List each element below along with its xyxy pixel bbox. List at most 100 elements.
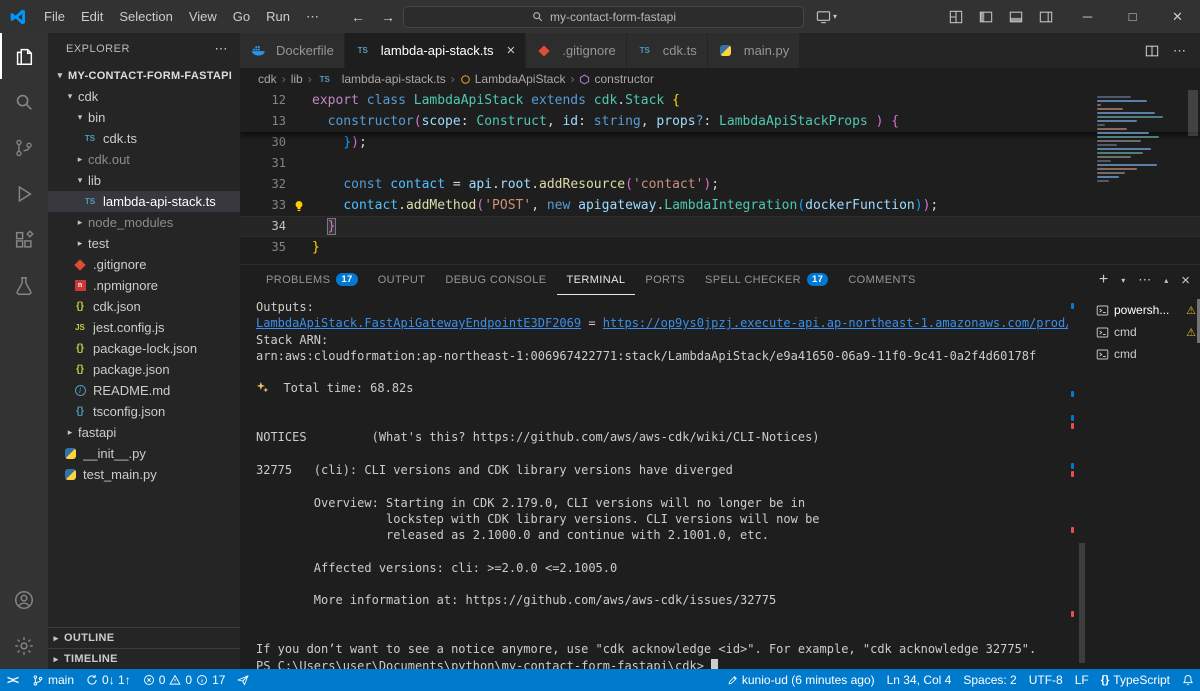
views-more-actions-icon[interactable]: ⋯ <box>215 41 229 57</box>
forward-button[interactable]: → <box>373 8 403 26</box>
terminal-link[interactable]: https://op9ys0jpzj.execute-api.ap-northe… <box>603 316 1068 330</box>
close-icon[interactable]: × <box>507 42 516 59</box>
tree-item-jest-config-js[interactable]: JS jest.config.js <box>48 317 240 338</box>
customize-layout-icon[interactable] <box>947 8 965 26</box>
outline-section[interactable]: ▸ OUTLINE <box>48 627 240 648</box>
tab-cdk-ts[interactable]: TS cdk.ts <box>626 33 708 68</box>
code-editor[interactable]: 12 export class LambdaApiStack extends cd… <box>240 90 1200 264</box>
minimize-button[interactable]: ─ <box>1065 0 1110 33</box>
language-status[interactable]: {} TypeScript <box>1095 669 1176 691</box>
tab-lambda-api-stack-ts[interactable]: TS lambda-api-stack.ts × <box>344 33 527 68</box>
back-button[interactable]: ← <box>343 8 373 26</box>
tree-item-cdk[interactable]: ▾ cdk <box>48 86 240 107</box>
problems-status[interactable]: 0 0 17 <box>137 669 232 691</box>
scrollbar-thumb[interactable] <box>1188 90 1198 136</box>
indentation-status[interactable]: Spaces: 2 <box>957 669 1022 691</box>
menu-edit[interactable]: Edit <box>73 5 111 29</box>
terminal-launch-dropdown-icon[interactable]: ▾ <box>1121 276 1125 285</box>
remote-indicator[interactable]: >< <box>0 669 26 691</box>
tree-item-tsconfig-json[interactable]: {} tsconfig.json <box>48 401 240 422</box>
tree-item-readme-md[interactable]: i README.md <box>48 380 240 401</box>
activity-search-icon[interactable] <box>0 79 48 125</box>
close-button[interactable]: ✕ <box>1155 0 1200 33</box>
minimap[interactable] <box>1091 90 1186 264</box>
maximize-panel-icon[interactable]: ▴ <box>1164 276 1168 285</box>
tab-gitignore[interactable]: .gitignore <box>526 33 627 68</box>
new-terminal-button[interactable]: + <box>1099 271 1108 289</box>
tree-item-node-modules[interactable]: ▸ node_modules <box>48 212 240 233</box>
code-line-13[interactable]: 13 constructor(scope: Construct, id: str… <box>240 111 1200 132</box>
terminal[interactable]: Outputs: LambdaApiStack.FastApiGatewayEnd… <box>240 295 1068 669</box>
tree-root[interactable]: ▾ MY-CONTACT-FORM-FASTAPI <box>48 65 240 86</box>
toggle-secondary-sidebar-icon[interactable] <box>1037 8 1055 26</box>
breadcrumb-item-lambdaapistack[interactable]: LambdaApiStack <box>460 72 565 86</box>
terminal-link[interactable]: LambdaApiStack.FastApiGatewayEndpointE3D… <box>256 316 581 330</box>
tree-item-test-main-py[interactable]: test_main.py <box>48 464 240 485</box>
terminal-list-item-cmd[interactable]: cmd ⚠ <box>1088 321 1200 343</box>
menu-selection[interactable]: Selection <box>111 5 180 29</box>
code-line-31[interactable]: 31 <box>240 153 1200 174</box>
tree-item-lib[interactable]: ▾ lib <box>48 170 240 191</box>
panel-tab-ports[interactable]: PORTS <box>635 265 695 295</box>
activity-extensions-icon[interactable] <box>0 217 48 263</box>
tree-item-gitignore[interactable]: .gitignore <box>48 254 240 275</box>
terminal-overview-ruler[interactable] <box>1068 295 1088 669</box>
code-line-30[interactable]: 30 }); <box>240 132 1200 153</box>
cursor-position-status[interactable]: Ln 34, Col 4 <box>881 669 958 691</box>
tree-item-test[interactable]: ▸ test <box>48 233 240 254</box>
timeline-section[interactable]: ▸ TIMELINE <box>48 648 240 669</box>
activity-explorer-icon[interactable] <box>0 33 48 79</box>
tree-item-package-lock-json[interactable]: {} package-lock.json <box>48 338 240 359</box>
tree-item-fastapi[interactable]: ▸ fastapi <box>48 422 240 443</box>
menu-go[interactable]: Go <box>225 5 258 29</box>
panel-tab-terminal[interactable]: TERMINAL <box>556 265 636 295</box>
code-line-32[interactable]: 32 const contact = api.root.addResource(… <box>240 174 1200 195</box>
panel-tab-output[interactable]: OUTPUT <box>368 265 436 295</box>
panel-more-actions-icon[interactable]: ⋯ <box>1138 272 1151 288</box>
monitor-dropdown-icon[interactable]: ▾ <box>814 8 839 26</box>
tree-item-npmignore[interactable]: n .npmignore <box>48 275 240 296</box>
close-panel-icon[interactable]: × <box>1181 272 1190 289</box>
notifications-bell-icon[interactable] <box>1176 669 1200 691</box>
activity-run-and-debug-icon[interactable] <box>0 171 48 217</box>
tab-main-py[interactable]: main.py <box>707 33 801 68</box>
terminal-list-item-powersh[interactable]: powersh... ⚠ <box>1088 299 1200 321</box>
panel-tab-debug-console[interactable]: DEBUG CONSOLE <box>435 265 556 295</box>
menu-view[interactable]: View <box>181 5 225 29</box>
tree-item-cdk-ts[interactable]: TS cdk.ts <box>48 128 240 149</box>
paper-plane-icon[interactable] <box>231 669 255 691</box>
encoding-status[interactable]: UTF-8 <box>1023 669 1069 691</box>
menu-more[interactable]: ⋯ <box>298 5 327 29</box>
toggle-panel-icon[interactable] <box>1007 8 1025 26</box>
scrollbar-thumb[interactable] <box>1079 543 1085 663</box>
eol-status[interactable]: LF <box>1069 669 1095 691</box>
sync-status[interactable]: 0↓ 1↑ <box>80 669 137 691</box>
lightbulb-icon[interactable] <box>286 195 312 216</box>
code-line-34[interactable]: 34 } <box>240 216 1200 237</box>
activity-testing-icon[interactable] <box>0 263 48 309</box>
tree-item-bin[interactable]: ▾ bin <box>48 107 240 128</box>
maximize-button[interactable]: □ <box>1110 0 1155 33</box>
editor-more-actions-icon[interactable]: ⋯ <box>1173 43 1186 59</box>
panel-tab-spell-checker[interactable]: SPELL CHECKER 17 <box>695 265 838 295</box>
panel-tab-comments[interactable]: COMMENTS <box>838 265 925 295</box>
split-editor-icon[interactable] <box>1145 44 1159 58</box>
breadcrumb-item-lib[interactable]: lib <box>291 72 303 86</box>
tree-item-init-py[interactable]: __init__.py <box>48 443 240 464</box>
menu-file[interactable]: File <box>36 5 73 29</box>
activity-account-icon[interactable] <box>0 577 48 623</box>
tree-item-package-json[interactable]: {} package.json <box>48 359 240 380</box>
menu-run[interactable]: Run <box>258 5 298 29</box>
tree-item-lambda-api-stack-ts[interactable]: TS lambda-api-stack.ts <box>48 191 240 212</box>
tab-dockerfile[interactable]: Dockerfile <box>240 33 345 68</box>
breadcrumb-item-cdk[interactable]: cdk <box>258 72 277 86</box>
panel-tab-problems[interactable]: PROBLEMS 17 <box>256 265 368 295</box>
activity-settings-icon[interactable] <box>0 623 48 669</box>
code-line-12[interactable]: 12 export class LambdaApiStack extends cd… <box>240 90 1200 111</box>
breadcrumb-item-constructor[interactable]: constructor <box>579 72 654 86</box>
code-line-33[interactable]: 33 contact.addMethod('POST', new apigate… <box>240 195 1200 216</box>
git-blame-status[interactable]: kunio-ud (6 minutes ago) <box>721 669 881 691</box>
activity-source-control-icon[interactable] <box>0 125 48 171</box>
command-center-search[interactable]: my-contact-form-fastapi <box>403 5 804 28</box>
tree-item-cdk-json[interactable]: {} cdk.json <box>48 296 240 317</box>
